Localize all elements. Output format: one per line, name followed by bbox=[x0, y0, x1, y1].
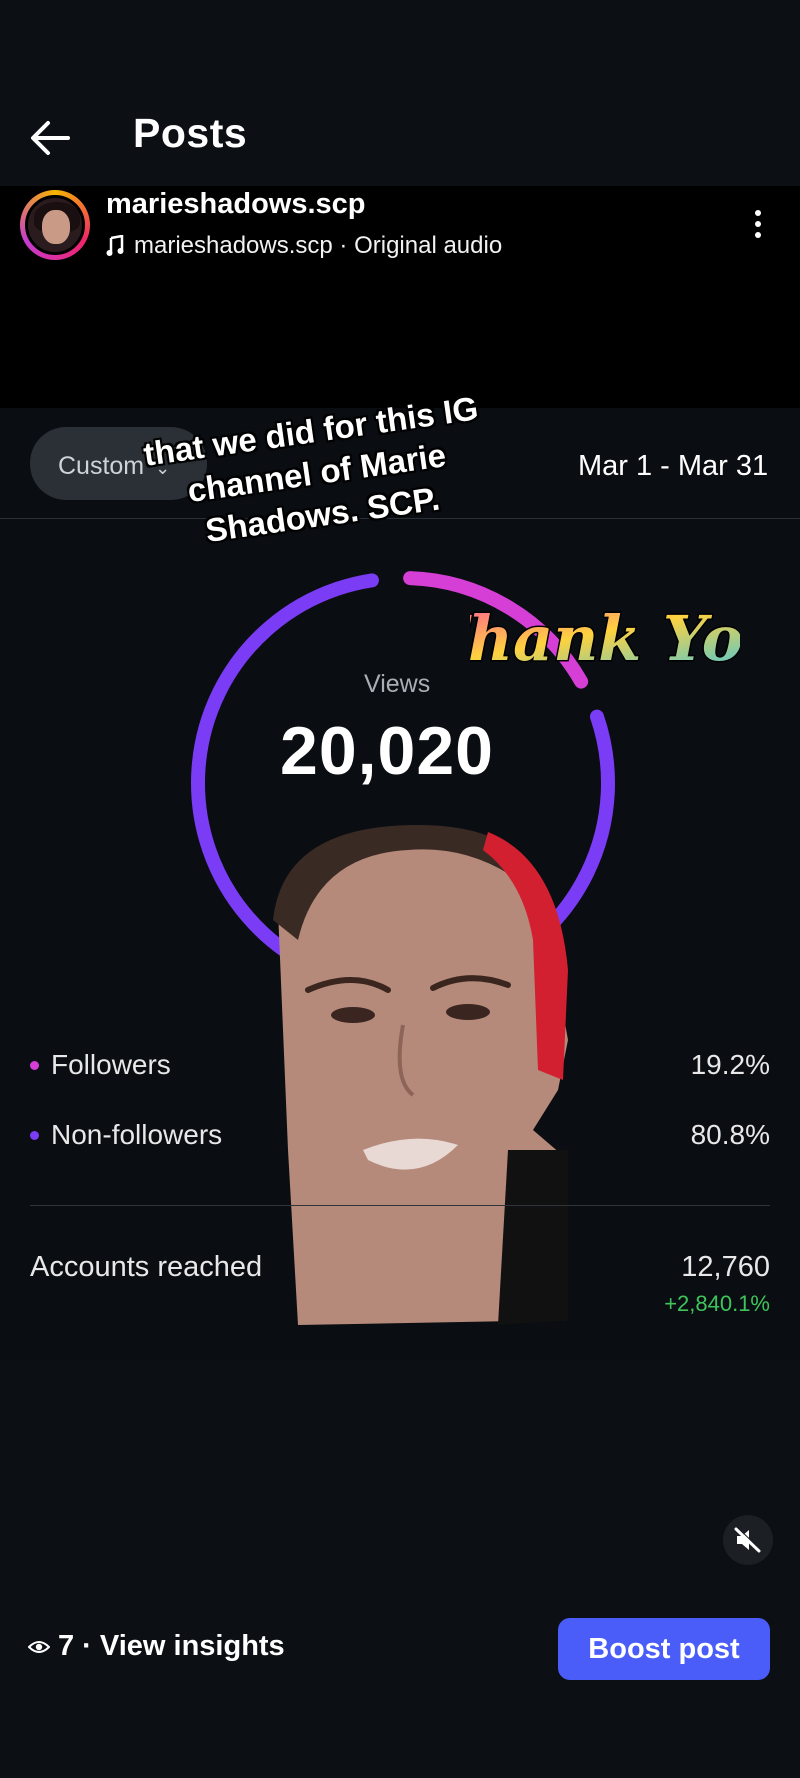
speaker-muted-icon bbox=[734, 1527, 762, 1553]
followers-percent: 19.2% bbox=[690, 1049, 770, 1080]
divider bbox=[30, 1205, 770, 1206]
thank-you-sticker: Thank You bbox=[470, 601, 740, 677]
audio-info[interactable]: marieshadows.scp · Original audio bbox=[106, 232, 502, 260]
views-label: Views bbox=[364, 670, 431, 698]
sticker-label: Thank You bbox=[470, 602, 740, 675]
page-title: Posts bbox=[133, 110, 248, 156]
avatar[interactable] bbox=[25, 195, 85, 255]
boost-post-button[interactable]: Boost post bbox=[558, 1618, 770, 1680]
accounts-reached-change: +2,840.1% bbox=[664, 1291, 770, 1316]
accounts-reached-value: 12,760 bbox=[681, 1251, 770, 1283]
view-insights-label: 7 · View insights bbox=[58, 1630, 285, 1662]
top-bar bbox=[0, 0, 800, 186]
more-options-icon[interactable] bbox=[752, 210, 764, 244]
person-video-cutout bbox=[273, 825, 568, 1325]
music-note-icon bbox=[106, 235, 124, 256]
legend-non-followers: Non-followers bbox=[30, 1119, 222, 1151]
back-arrow-icon[interactable] bbox=[28, 118, 72, 158]
non-followers-percent: 80.8% bbox=[690, 1119, 770, 1150]
audio-label: marieshadows.scp · Original audio bbox=[134, 232, 503, 259]
non-followers-dot bbox=[30, 1130, 39, 1140]
date-range: Mar 1 - Mar 31 bbox=[578, 450, 769, 482]
view-insights-link[interactable]: 7 · View insights bbox=[28, 1630, 285, 1663]
post-username[interactable]: marieshadows.scp bbox=[106, 188, 366, 221]
views-value: 20,020 bbox=[280, 713, 494, 789]
accounts-reached-label: Accounts reached bbox=[30, 1251, 263, 1283]
legend-followers: Followers bbox=[30, 1049, 171, 1081]
mute-toggle[interactable] bbox=[723, 1515, 773, 1565]
followers-dot bbox=[30, 1060, 39, 1070]
legend-non-followers-label: Non-followers bbox=[51, 1119, 223, 1150]
legend-followers-label: Followers bbox=[51, 1049, 171, 1080]
eye-icon bbox=[28, 1640, 50, 1653]
